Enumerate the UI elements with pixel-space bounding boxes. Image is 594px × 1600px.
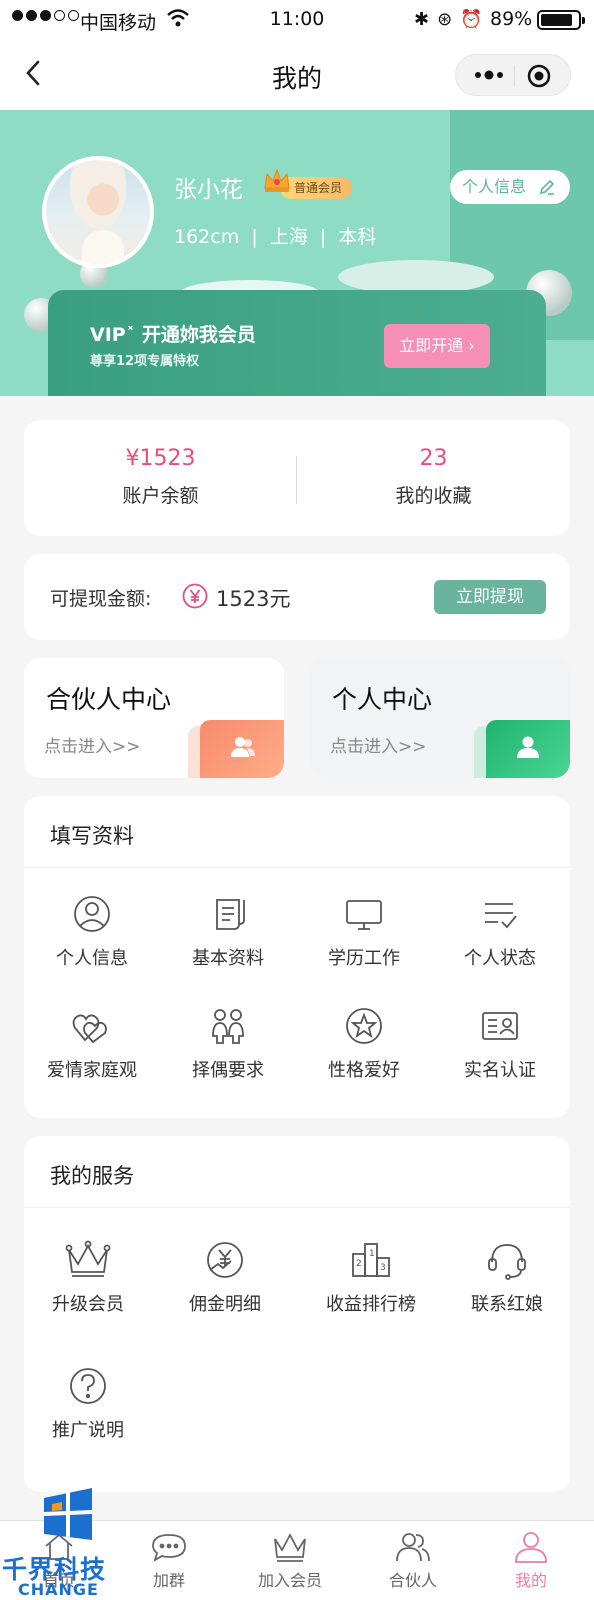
question-icon: [70, 1368, 106, 1404]
user-circle-icon: [74, 896, 110, 932]
personal-info-label: 个人信息: [462, 177, 527, 196]
person-icon: [517, 736, 539, 758]
grid-item-contact-matchmaker[interactable]: 联系红娘: [444, 1240, 570, 1316]
id-card-icon: [482, 1012, 518, 1040]
svg-text:2: 2: [356, 1259, 362, 1269]
checklist-icon: [485, 903, 517, 929]
balance-value: ¥1523: [125, 446, 196, 471]
account-stats-card: ¥1523 账户余额 23 我的收藏: [24, 420, 570, 536]
yen-chart-icon: [207, 1242, 243, 1278]
group-icon: [231, 737, 255, 757]
vip-subtitle: 尊享12项专属特权: [90, 354, 200, 369]
avatar[interactable]: [42, 156, 154, 268]
favorites-value: 23: [419, 446, 448, 471]
favorites-stat[interactable]: 23 我的收藏: [297, 420, 570, 536]
battery-icon: [537, 10, 585, 30]
grid-item-love-family[interactable]: 爱情家庭观: [24, 1006, 160, 1082]
personal-center-title: 个人中心: [332, 685, 433, 714]
profile-summary: 162cm | 上海 | 本科: [174, 226, 377, 248]
mini-program-capsule: [455, 54, 571, 96]
partners-icon: [396, 1533, 430, 1562]
section-title: 填写资料: [24, 796, 570, 868]
balance-stat[interactable]: ¥1523 账户余额: [24, 420, 297, 536]
withdraw-button[interactable]: 立即提现: [434, 580, 546, 614]
withdraw-label: 可提现金额:: [50, 588, 152, 610]
section-title: 我的服务: [24, 1136, 570, 1208]
city-value: 上海: [269, 226, 308, 248]
education-value: 本科: [338, 226, 377, 248]
tab-partners[interactable]: 合伙人: [354, 1521, 472, 1600]
vip-promo-card[interactable]: VIP˟ 开通妳我会员 尊享12项专属特权 立即开通 ›: [48, 290, 546, 396]
close-program-icon[interactable]: [527, 64, 551, 88]
headset-icon: [488, 1244, 526, 1280]
vip-title: VIP˟ 开通妳我会员: [90, 324, 256, 346]
svg-text:1: 1: [369, 1249, 375, 1259]
grid-item-upgrade-member[interactable]: 升级会员: [24, 1240, 152, 1316]
grid-item-personal-status[interactable]: 个人状态: [432, 894, 568, 970]
grid-item-education-work[interactable]: 学历工作: [296, 894, 432, 970]
alarm-icon: ⏰: [460, 9, 483, 30]
user-name: 张小花: [174, 177, 243, 203]
more-icon[interactable]: [472, 66, 506, 84]
navigation-bar: 我的: [0, 38, 594, 110]
crown-icon: [274, 1533, 306, 1562]
partner-center-title: 合伙人中心: [46, 685, 172, 714]
grid-item-commission-details[interactable]: 佣金明细: [152, 1240, 298, 1316]
podium-icon: 12 3: [352, 1243, 390, 1277]
window-logo-icon: [43, 1488, 93, 1540]
document-icon: [216, 899, 245, 930]
open-vip-button[interactable]: 立即开通 ›: [384, 324, 490, 368]
yen-icon: [182, 583, 208, 609]
watermark-logo: 千界科技 CHANGE: [2, 1484, 132, 1600]
grid-item-promotion-guide[interactable]: 推广说明: [24, 1366, 152, 1442]
withdraw-amount: 1523元: [216, 587, 291, 611]
fill-profile-section: 填写资料 个人信息 基本资料 学历工作 个人状态 爱情家庭观 择偶要求 性格爱好…: [24, 796, 570, 1118]
edit-icon: [539, 179, 555, 195]
height-value: 162cm: [174, 226, 240, 248]
status-bar: 中国移动 11:00 ✱ ⊛ ⏰ 89%: [0, 0, 594, 38]
personal-info-button[interactable]: 个人信息: [450, 170, 570, 204]
partner-center-card[interactable]: 合伙人中心 点击进入>>: [24, 658, 284, 778]
monitor-icon: [346, 900, 382, 930]
grid-item-partner-requirements[interactable]: 择偶要求: [160, 1006, 296, 1082]
personal-center-subtitle: 点击进入>>: [330, 737, 427, 757]
svg-text:3: 3: [380, 1263, 386, 1273]
lock-rotation-icon: ⊛: [437, 9, 453, 30]
personal-center-card[interactable]: 个人中心 点击进入>>: [310, 658, 570, 778]
watermark-subtext: CHANGE: [18, 1580, 99, 1599]
favorites-label: 我的收藏: [395, 485, 472, 507]
star-circle-icon: [346, 1008, 382, 1044]
person-icon: [515, 1532, 547, 1563]
grid-item-personality-hobbies[interactable]: 性格爱好: [296, 1006, 432, 1082]
grid-item-real-name-auth[interactable]: 实名认证: [432, 1006, 568, 1082]
crown-icon: [65, 1240, 111, 1277]
grid-item-basic-info[interactable]: 基本资料: [160, 894, 296, 970]
my-services-section: 我的服务 升级会员 佣金明细 123 收益排行榜 联系红娘 推广说明: [24, 1136, 570, 1492]
bluetooth-icon: ✱: [414, 9, 430, 30]
grid-item-earnings-ranking[interactable]: 123 收益排行榜: [298, 1240, 444, 1316]
crown-icon: [264, 168, 290, 192]
balance-label: 账户余额: [122, 485, 199, 507]
grid-item-personal-info[interactable]: 个人信息: [24, 894, 160, 970]
chat-icon: [152, 1534, 186, 1562]
withdraw-card: 可提现金额: 1523元 立即提现: [24, 554, 570, 640]
partner-center-subtitle: 点击进入>>: [44, 737, 141, 757]
tab-join-member[interactable]: 加入会员: [231, 1521, 349, 1600]
battery-percent: 89%: [490, 8, 533, 30]
hearts-icon: [72, 1014, 107, 1044]
couple-icon: [212, 1009, 244, 1044]
profile-header: 张小花 普通会员 162cm | 上海 | 本科 个人信息 VIP˟ 开通妳我会…: [0, 110, 594, 396]
tab-mine[interactable]: 我的: [472, 1521, 590, 1600]
